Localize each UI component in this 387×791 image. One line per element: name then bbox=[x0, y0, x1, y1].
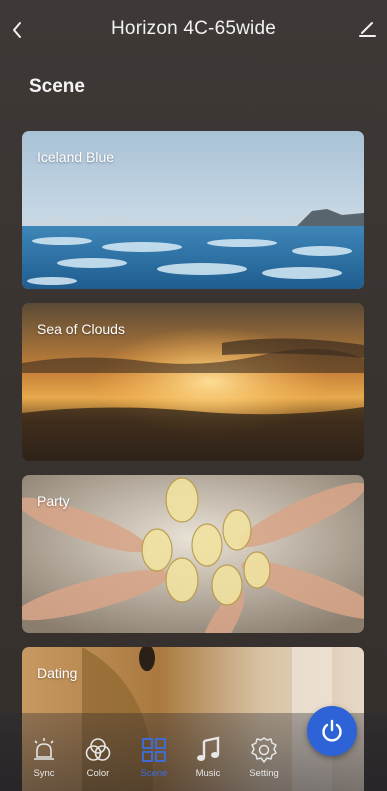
scene-icon bbox=[142, 738, 166, 762]
tab-sync[interactable]: Sync bbox=[18, 735, 70, 791]
sync-icon bbox=[34, 738, 54, 760]
scene-label: Party bbox=[37, 493, 70, 509]
music-icon bbox=[197, 736, 220, 761]
power-icon bbox=[322, 719, 342, 742]
pencil-icon bbox=[359, 22, 376, 37]
tab-scene[interactable]: Scene bbox=[128, 735, 180, 791]
power-button[interactable] bbox=[307, 706, 357, 756]
page-title: Horizon 4C-65wide bbox=[111, 18, 276, 39]
scene-label: Iceland Blue bbox=[37, 149, 115, 165]
edit-button[interactable] bbox=[357, 18, 379, 40]
gear-icon bbox=[251, 737, 277, 763]
section-title: Scene bbox=[29, 76, 85, 97]
party-scene-image bbox=[22, 475, 364, 633]
tab-label: Music bbox=[195, 768, 221, 779]
scene-card-sea-of-clouds[interactable]: Sea of Clouds bbox=[22, 303, 364, 461]
scene-card-iceland-blue[interactable]: Iceland Blue bbox=[22, 131, 364, 289]
tab-label: Sync bbox=[33, 768, 55, 779]
color-icon bbox=[85, 738, 111, 761]
tab-music[interactable]: Music bbox=[182, 735, 234, 791]
scene-label: Sea of Clouds bbox=[37, 321, 125, 337]
tab-label: Setting bbox=[249, 768, 279, 779]
tab-label: Scene bbox=[140, 768, 168, 779]
tab-setting[interactable]: Setting bbox=[238, 735, 290, 791]
scene-label: Dating bbox=[37, 665, 78, 681]
tab-color[interactable]: Color bbox=[72, 735, 124, 791]
scene-card-party[interactable]: Party bbox=[22, 475, 364, 633]
app-header: Horizon 4C-65wide bbox=[0, 0, 387, 62]
tab-label: Color bbox=[86, 768, 110, 779]
